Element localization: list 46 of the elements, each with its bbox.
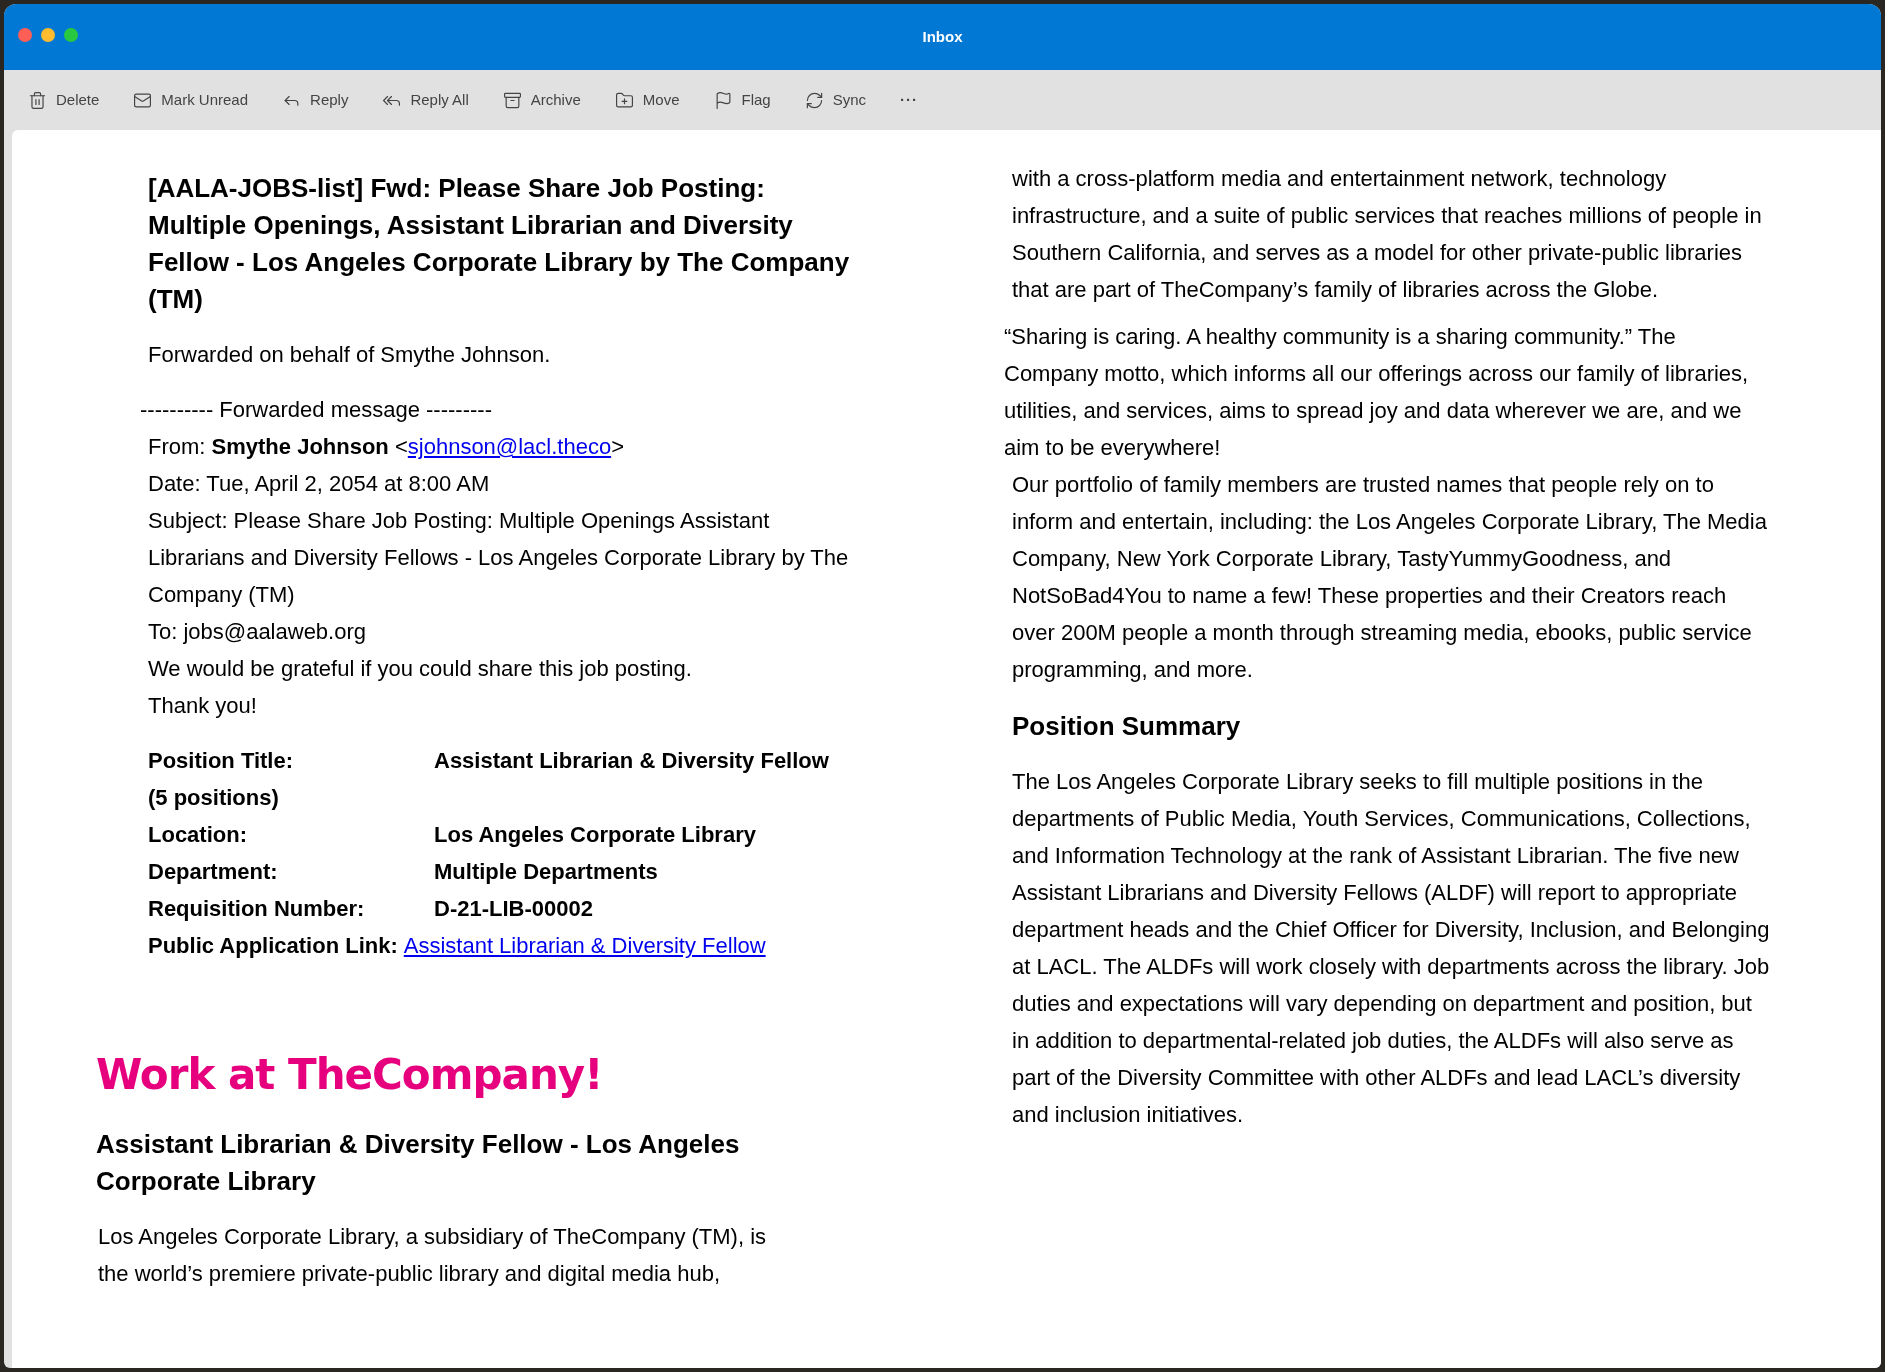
- sync-icon: [804, 90, 824, 110]
- toolbar-button[interactable]: Mark Unread: [133, 88, 249, 112]
- toolbar-button[interactable]: Move: [614, 88, 680, 112]
- body-paragraph: Our portfolio of family members are trusted names that people rely on to inform and entertain, including: the Los Angeles Corporate Library, The Media Company, New York Corporate Library, TastyYummyGoodness, and NotSoBad4You to name a few! These properties and their Creators reach over 200M people a month through streaming media, ebooks, public service programming, and more.: [1012, 471, 1768, 684]
- detail-label: Requisition Number:: [148, 895, 366, 923]
- body-paragraph: with a cross-platform media and entertainment network, technology infrastructure, and a suite of public services that reaches millions of people in Southern California, and serves as a model for other private-public libraries that are part of TheCompany’s family of libraries across the Globe.: [1012, 165, 1763, 304]
- detail-label: Location:: [148, 821, 248, 849]
- header-line: Date: Tue, April 2, 2054 at 8:00 AM: [148, 470, 491, 498]
- detail-value: Multiple Departments: [434, 859, 658, 884]
- job-title: Assistant Librarian & Diversity Fellow - Los Angeles Corporate Library: [96, 1128, 741, 1198]
- detail-value: Los Angeles Corporate Library: [434, 822, 756, 847]
- toolbar-button[interactable]: Reply: [282, 88, 349, 112]
- body-paragraph: “Sharing is caring. A healthy community is a sharing community.” The Company motto, which informs all our offerings across our family of libraries, utilities, and services, aims to spread joy and data wherever we are, and we aim to be everywhere!: [1004, 323, 1750, 462]
- archive-icon: [502, 90, 522, 110]
- close-button[interactable]: [18, 28, 32, 42]
- email-subject: [AALA-JOBS-list] Fwd: Please Share Job Posting: Multiple Openings, Assistant Librarian and Diversity Fellow - Los Angeles Corporate Library by The Company (TM): [148, 172, 851, 316]
- more-button[interactable]: ···: [900, 88, 919, 112]
- detail-value: D-21-LIB-00002: [434, 896, 593, 921]
- zoom-button[interactable]: [64, 28, 78, 42]
- email-link[interactable]: sjohnson@lacl.theco: [407, 434, 612, 459]
- toolbar-button[interactable]: Sync: [804, 88, 867, 112]
- section-heading: Position Summary: [1012, 710, 1242, 743]
- body-paragraph: Los Angeles Corporate Library, a subsidiary of TheCompany (TM), is the world’s premiere private-public library and digital media hub,: [98, 1223, 768, 1288]
- toolbar-button[interactable]: Flag: [713, 88, 771, 112]
- detail-value: Assistant Librarian & Diversity Fellow: [434, 748, 829, 773]
- detail-label: Public Application Link:: [148, 933, 398, 958]
- application-link[interactable]: Assistant Librarian & Diversity Fellow: [403, 933, 766, 958]
- intro-text: Forwarded on behalf of Smythe Johnson.: [148, 341, 552, 369]
- detail-label: Department:: [148, 858, 279, 886]
- toolbar-button[interactable]: Archive: [502, 88, 581, 112]
- banner-heading: Work at TheCompany!: [96, 1050, 604, 1100]
- summary-paragraph: The Los Angeles Corporate Library seeks to fill multiple positions in the departments of Public Media, Youth Services, Communications, Collections, and Information Technology at the rank of Assistant Librarian. The five new Assistant Librarians and Diversity Fellows (ALDF) will report to appropriate department heads and the Chief Officer for Diversity, Inclusion, and Belonging at LACL. The ALDFs will work closely with departments across the library. Job duties and expectations will vary depending on department and position, but in addition to departmental-related job duties, the ALDFs will also serve as part of the Diversity Committee with other ALDFs and lead LACL’s diversity and inclusion initiatives.: [1012, 768, 1771, 1129]
- folder-plus-icon: [614, 90, 634, 110]
- header-line: To: jobs@aalaweb.org: [148, 618, 367, 646]
- window-title: Inbox: [922, 26, 963, 47]
- forwarded-divider: ---------- Forwarded message ---------: [140, 396, 493, 424]
- detail-note: (5 positions): [148, 784, 279, 812]
- toolbar-button[interactable]: Delete: [28, 88, 100, 112]
- header-line: We would be grateful if you could share this job posting.: [148, 655, 693, 683]
- header-line: Thank you!: [148, 692, 258, 720]
- header-line: Subject: Please Share Job Posting: Multiple Openings Assistant Librarians and Diversity Fellows - Los Angeles Corporate Library by The Company (TM): [148, 507, 850, 609]
- from-line: From: Smythe Johnson <sjohnson@lacl.theco>: [148, 433, 625, 461]
- toolbar-button[interactable]: Reply All: [382, 88, 469, 112]
- detail-label: Position Title:: [148, 747, 295, 775]
- trash-icon: [28, 90, 47, 110]
- minimize-button[interactable]: [41, 28, 55, 42]
